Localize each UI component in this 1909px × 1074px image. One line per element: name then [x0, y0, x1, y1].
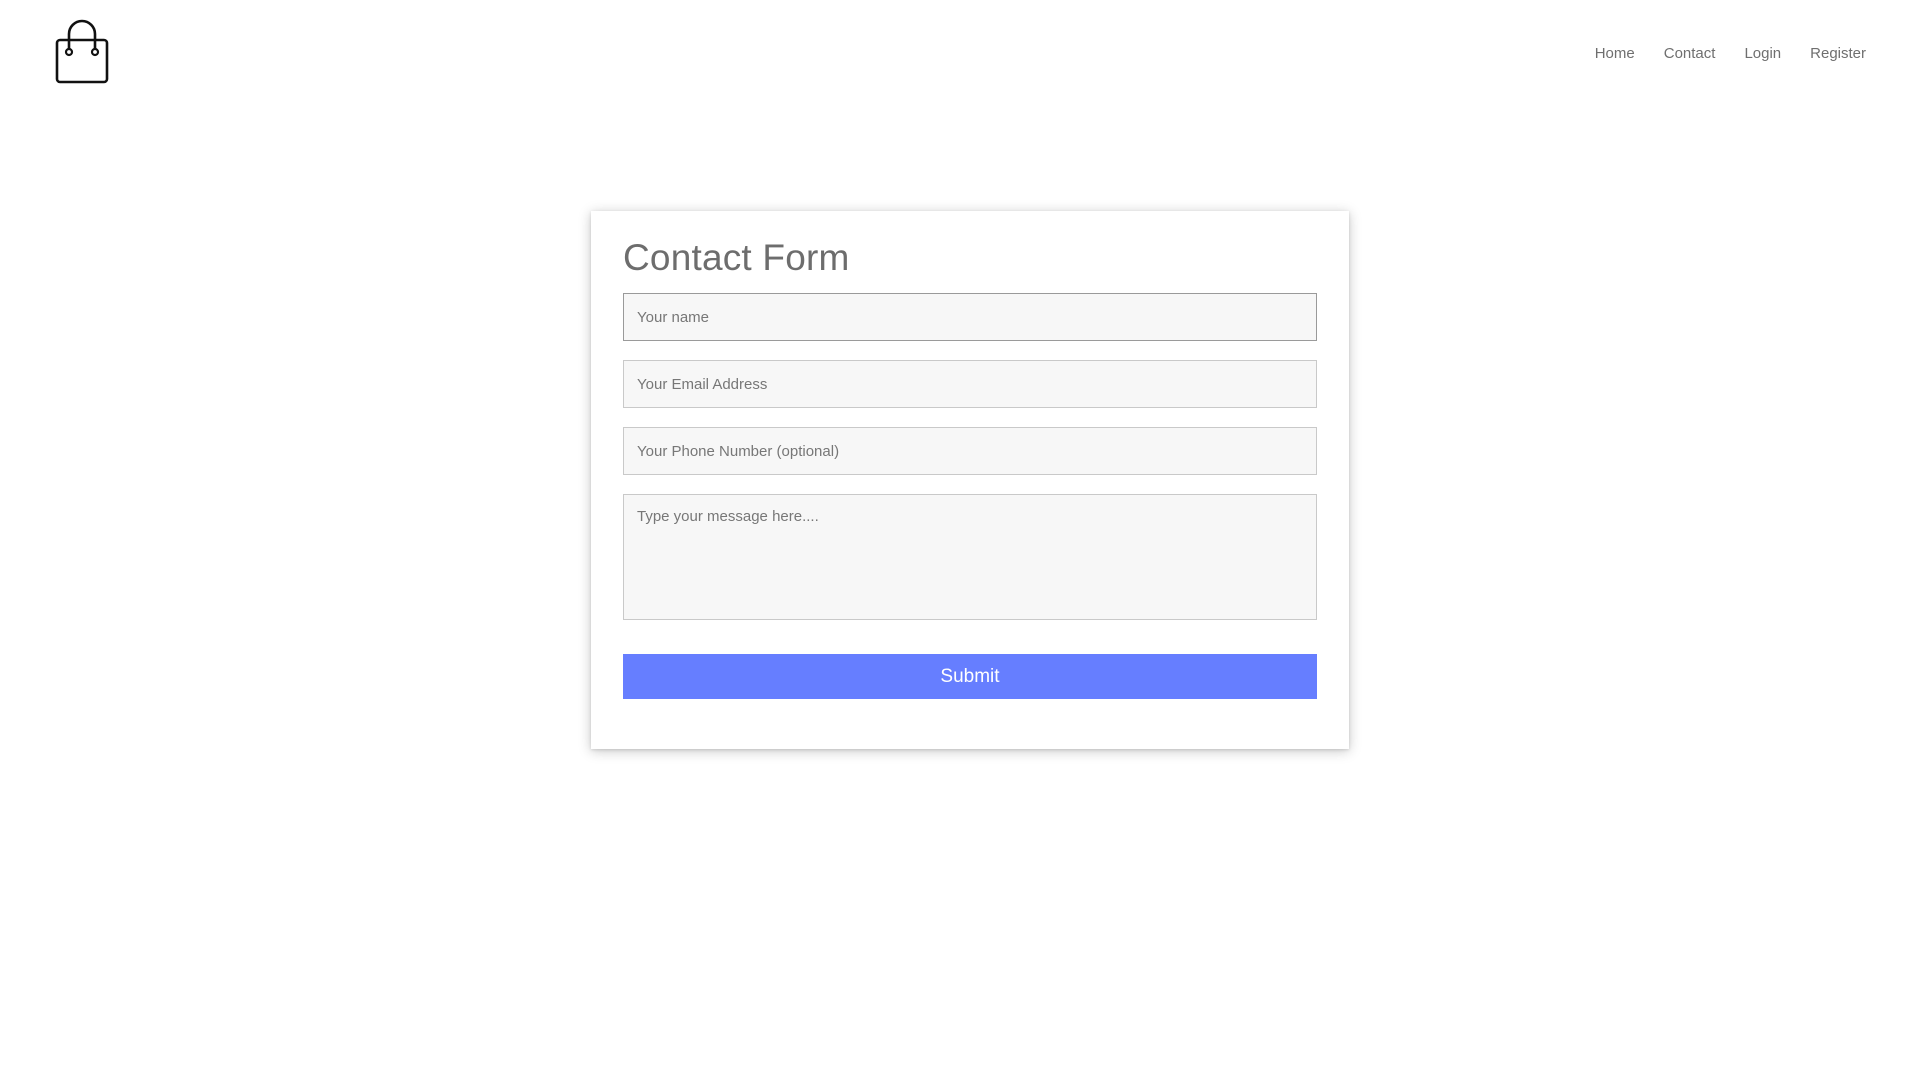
nav-register-link[interactable]: Register: [1810, 45, 1866, 62]
shopping-bag-icon[interactable]: [54, 18, 110, 86]
name-input[interactable]: [623, 293, 1317, 341]
phone-input[interactable]: [623, 427, 1317, 475]
message-textarea[interactable]: [623, 494, 1317, 620]
form-title: Contact Form: [623, 237, 850, 278]
contact-form-card: Contact Form Submit: [591, 211, 1349, 749]
main-nav: Home Contact Login Register: [1595, 45, 1866, 62]
nav-contact-link[interactable]: Contact: [1664, 45, 1716, 62]
site-header: Home Contact Login Register: [0, 0, 1909, 110]
submit-button[interactable]: Submit: [623, 654, 1317, 699]
email-input[interactable]: [623, 360, 1317, 408]
nav-home-link[interactable]: Home: [1595, 45, 1635, 62]
nav-login-link[interactable]: Login: [1744, 45, 1781, 62]
